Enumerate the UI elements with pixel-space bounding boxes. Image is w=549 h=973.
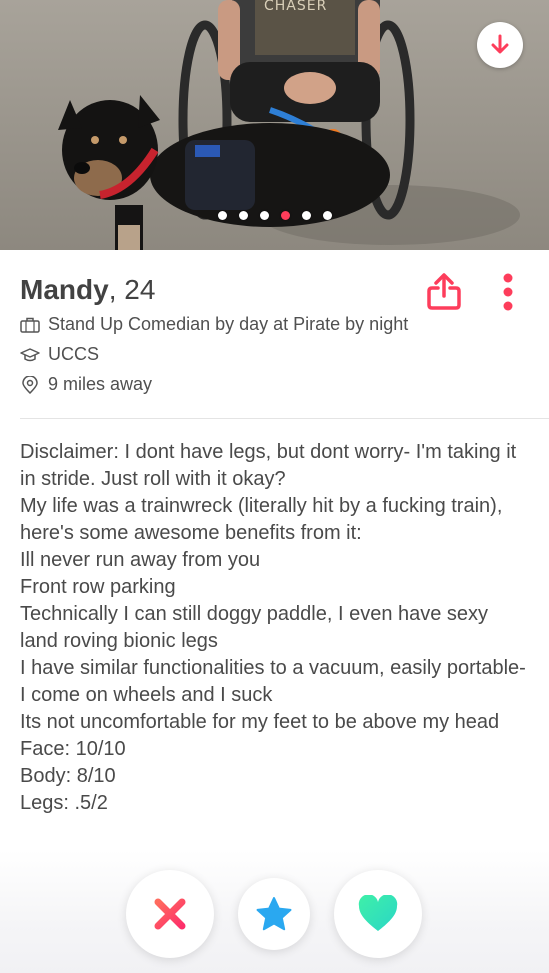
super-like-button[interactable] [238, 878, 310, 950]
photo-dot[interactable] [259, 211, 269, 220]
like-button[interactable] [334, 870, 422, 958]
profile-screen: CHASER Mandy, 24 Stand Up Comedian by da… [0, 0, 549, 973]
distance-text: 9 miles away [48, 374, 153, 394]
school-text: UCCS [48, 344, 100, 364]
job-text: Stand Up Comedian by day at Pirate by ni… [48, 314, 409, 334]
photo-dot[interactable] [301, 211, 311, 220]
close-x-icon [154, 898, 186, 930]
section-divider [20, 418, 549, 419]
share-button[interactable] [424, 272, 464, 312]
photo-dot-active[interactable] [280, 211, 290, 220]
job-line: Stand Up Comedian by day at Pirate by ni… [20, 314, 408, 335]
school-line: UCCS [20, 344, 99, 365]
profile-name: Mandy [20, 274, 109, 305]
heart-icon [358, 895, 398, 931]
star-icon [256, 897, 292, 931]
photo-dot[interactable] [217, 211, 227, 220]
photo-pagination [0, 211, 549, 220]
more-vertical-icon [503, 273, 513, 311]
share-icon [427, 273, 461, 310]
photo-dot[interactable] [322, 211, 332, 220]
profile-age: 24 [124, 274, 156, 305]
graduation-cap-icon [20, 347, 40, 361]
profile-photo[interactable]: CHASER [0, 0, 549, 250]
collapse-profile-button[interactable] [477, 22, 523, 68]
profile-info: Mandy, 24 Stand Up Comedian by day at Pi… [0, 250, 549, 418]
bio-text: Disclaimer: I dont have legs, but dont w… [20, 441, 526, 814]
nope-button[interactable] [126, 870, 214, 958]
briefcase-icon [20, 317, 40, 333]
distance-line: 9 miles away [20, 374, 152, 395]
photo-dot[interactable] [238, 211, 248, 220]
location-pin-icon [22, 375, 38, 394]
arrow-down-icon [491, 34, 509, 54]
name-separator: , [108, 274, 125, 305]
name-age: Mandy, 24 [20, 274, 155, 306]
more-options-button[interactable] [498, 272, 518, 312]
shirt-text: CHASER [264, 0, 328, 14]
